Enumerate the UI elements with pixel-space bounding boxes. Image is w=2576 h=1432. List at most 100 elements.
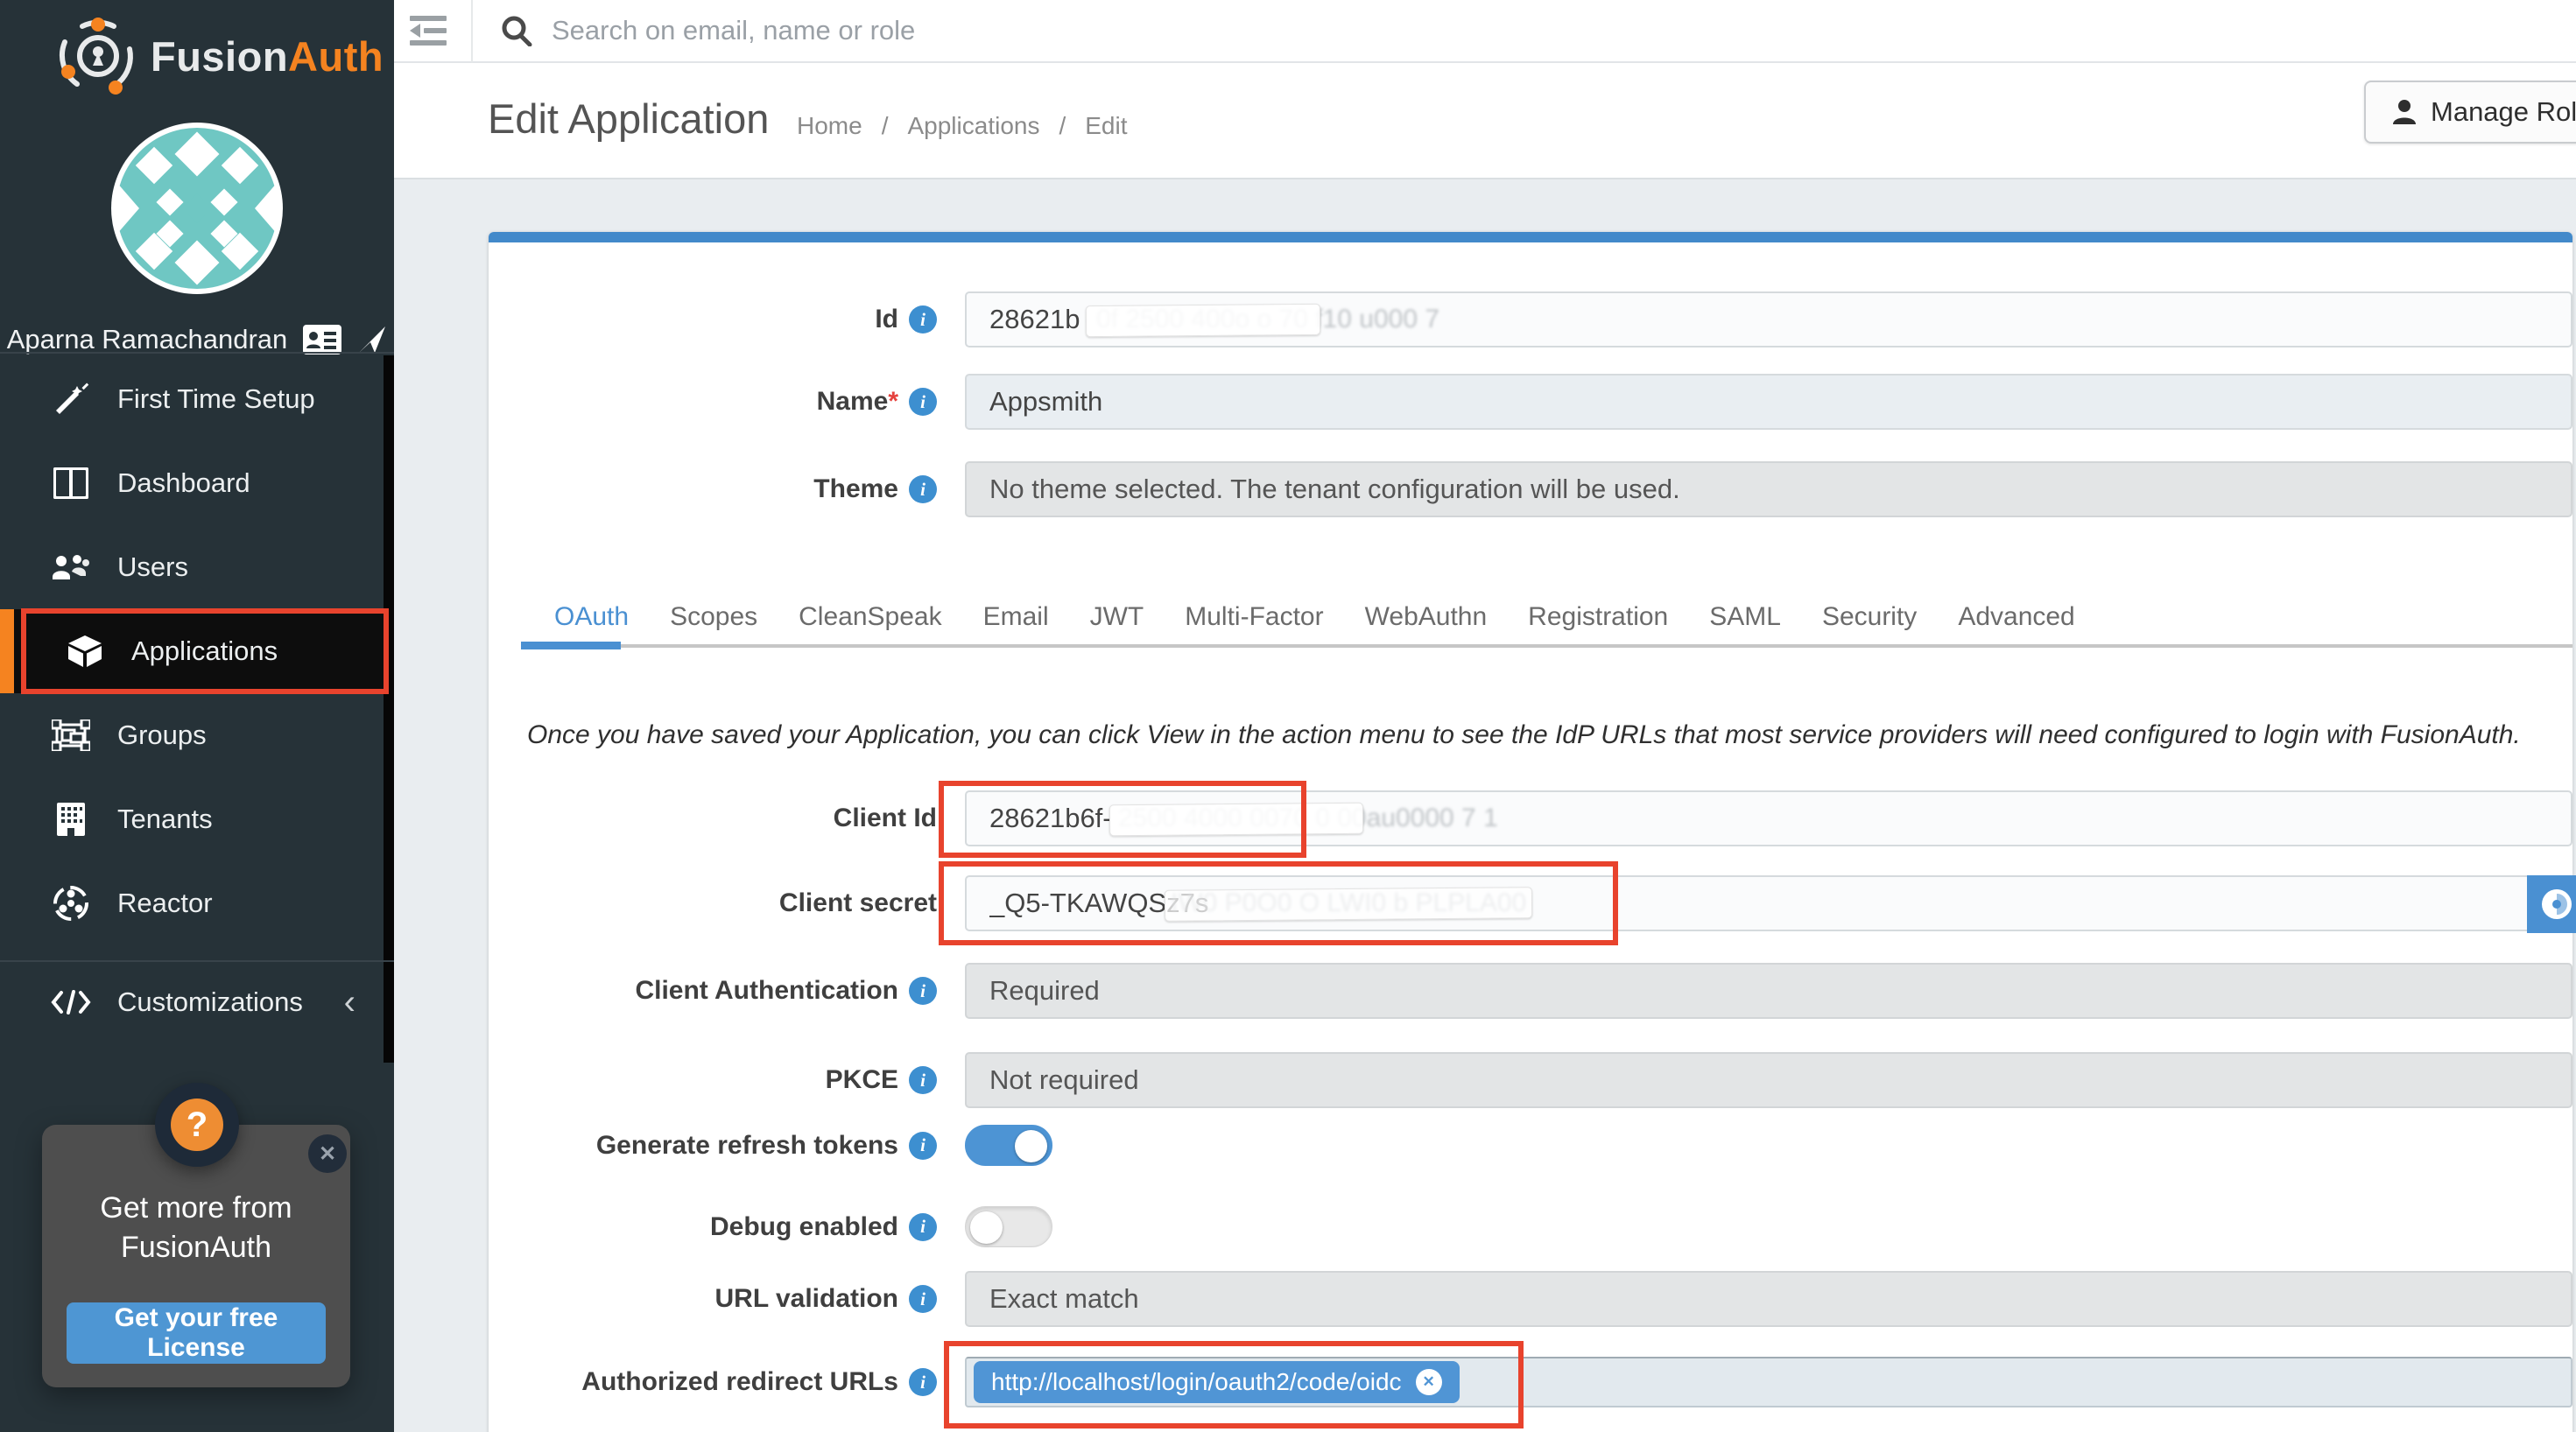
chevron-left-icon: ‹: [344, 985, 355, 1020]
card-accent-bar: [489, 232, 2572, 242]
sidebar-scrollbar[interactable]: [384, 355, 394, 1063]
generate-refresh-tokens-toggle[interactable]: [965, 1125, 1052, 1166]
id-input[interactable]: [965, 291, 2572, 347]
url-validation-value: Exact match: [965, 1271, 2572, 1327]
groups-icon: [51, 720, 91, 751]
tab-underline-active: [521, 642, 621, 649]
client-authentication-label: Client Authentication i: [489, 976, 937, 1006]
name-label: Name* i: [489, 387, 937, 417]
tab-saml[interactable]: SAML: [1709, 602, 1781, 632]
chip-remove-icon[interactable]: ✕: [1416, 1369, 1442, 1395]
info-icon[interactable]: i: [909, 977, 937, 1005]
get-free-license-button[interactable]: Get your free License: [67, 1302, 326, 1364]
tab-cleanspeak[interactable]: CleanSpeak: [799, 602, 941, 632]
brand-wordmark: FusionAuth: [151, 32, 384, 81]
sidebar-item-groups[interactable]: Groups: [0, 693, 394, 777]
help-badge-icon: ?: [155, 1083, 239, 1167]
breadcrumb-home[interactable]: Home: [797, 112, 862, 140]
pkce-value: Not required: [965, 1052, 2572, 1108]
sidebar-item-reactor[interactable]: Reactor: [0, 861, 394, 945]
info-icon[interactable]: i: [909, 1213, 937, 1241]
content-area: Id i 0f 2500 400o o 70 f10 u000 7 Name* …: [394, 179, 2576, 1432]
promo-close-icon[interactable]: ✕: [308, 1134, 347, 1173]
fusionauth-orbit-logo-icon: [58, 16, 138, 96]
tab-multi-factor[interactable]: Multi-Factor: [1185, 602, 1323, 632]
contact-card-icon[interactable]: [303, 325, 341, 354]
debug-enabled-toggle[interactable]: [965, 1206, 1052, 1247]
sidebar: FusionAuth: [0, 0, 394, 1432]
sidebar-item-applications[interactable]: Applications: [0, 609, 394, 693]
page-title: Edit Application: [488, 95, 769, 143]
sidebar-item-label: Groups: [117, 720, 207, 751]
tab-underline-track: [621, 644, 2572, 648]
search-input[interactable]: [552, 15, 1777, 46]
page-header: Edit Application Home / Applications / E…: [394, 63, 2576, 179]
id-label: Id i: [489, 305, 937, 334]
sidebar-divider: [0, 960, 394, 962]
info-icon[interactable]: i: [909, 1285, 937, 1313]
avatar[interactable]: [109, 121, 285, 296]
theme-label: Theme i: [489, 474, 937, 504]
sidebar-item-label: Applications: [131, 635, 278, 667]
info-icon[interactable]: i: [909, 1066, 937, 1094]
tab-webauthn[interactable]: WebAuthn: [1365, 602, 1488, 632]
sidebar-item-label: Customizations: [117, 986, 303, 1018]
tab-jwt[interactable]: JWT: [1090, 602, 1144, 632]
locale-send-icon[interactable]: [357, 325, 387, 354]
sidebar-item-first-time-setup[interactable]: First Time Setup: [0, 357, 394, 441]
authorized-redirect-urls-field[interactable]: http://localhost/login/oauth2/code/oidc …: [965, 1357, 2572, 1407]
theme-value: No theme selected. The tenant configurat…: [965, 461, 2572, 517]
dashboard-icon: [51, 467, 91, 499]
sidebar-nav: First Time Setup Dashboard Users Applica…: [0, 357, 394, 945]
tenants-building-icon: [51, 802, 91, 837]
sidebar-item-customizations[interactable]: Customizations ‹: [0, 967, 394, 1037]
redirect-url-chip: http://localhost/login/oauth2/code/oidc …: [974, 1361, 1460, 1403]
reveal-secret-button[interactable]: [2527, 875, 2576, 933]
person-icon: [2392, 99, 2417, 125]
redirect-url-chip-label: http://localhost/login/oauth2/code/oidc: [991, 1368, 1402, 1396]
topbar-divider: [471, 0, 473, 62]
name-input[interactable]: [965, 374, 2572, 430]
info-icon[interactable]: i: [909, 475, 937, 503]
breadcrumb-edit: Edit: [1085, 112, 1127, 140]
sidebar-item-tenants[interactable]: Tenants: [0, 777, 394, 861]
client-secret-label: Client secret: [489, 888, 937, 918]
manage-roles-button[interactable]: Manage Roles: [2364, 81, 2576, 144]
tab-registration[interactable]: Registration: [1528, 602, 1668, 632]
collapse-sidebar-icon[interactable]: [410, 16, 447, 46]
authorized-redirect-urls-label: Authorized redirect URLs i: [489, 1367, 937, 1397]
users-icon: [51, 552, 91, 582]
manage-roles-label: Manage Roles: [2431, 96, 2576, 128]
fusionauth-admin-screen: FusionAuth: [0, 0, 2576, 1432]
info-icon[interactable]: i: [909, 1368, 937, 1396]
tab-oauth[interactable]: OAuth: [554, 602, 629, 632]
debug-enabled-label: Debug enabled i: [489, 1212, 937, 1242]
sidebar-item-label: Dashboard: [117, 467, 250, 499]
client-id-label: Client Id: [489, 804, 937, 833]
brand-logo[interactable]: FusionAuth: [58, 16, 384, 96]
applications-cube-icon: [65, 634, 105, 669]
search-icon: [501, 15, 532, 46]
client-secret-input[interactable]: [965, 875, 2572, 931]
breadcrumb-separator: /: [1059, 112, 1066, 140]
sidebar-item-label: Users: [117, 551, 188, 583]
info-icon[interactable]: i: [909, 305, 937, 333]
tab-security[interactable]: Security: [1822, 602, 1917, 632]
sidebar-item-users[interactable]: Users: [0, 525, 394, 609]
info-icon[interactable]: i: [909, 388, 937, 416]
reactor-icon: [51, 885, 91, 922]
sidebar-item-dashboard[interactable]: Dashboard: [0, 441, 394, 525]
pkce-label: PKCE i: [489, 1065, 937, 1095]
tab-scopes[interactable]: Scopes: [670, 602, 757, 632]
info-icon[interactable]: i: [909, 1132, 937, 1160]
breadcrumb-separator: /: [882, 112, 889, 140]
code-icon: [51, 989, 91, 1015]
breadcrumb-applications[interactable]: Applications: [907, 112, 1039, 140]
client-id-input[interactable]: [965, 790, 2572, 846]
tab-email[interactable]: Email: [983, 602, 1049, 632]
tab-advanced[interactable]: Advanced: [1958, 602, 2074, 632]
url-validation-label: URL validation i: [489, 1284, 937, 1314]
sidebar-item-label: Reactor: [117, 888, 213, 919]
sidebar-item-label: Tenants: [117, 804, 213, 835]
generate-refresh-tokens-label: Generate refresh tokens i: [489, 1131, 937, 1161]
